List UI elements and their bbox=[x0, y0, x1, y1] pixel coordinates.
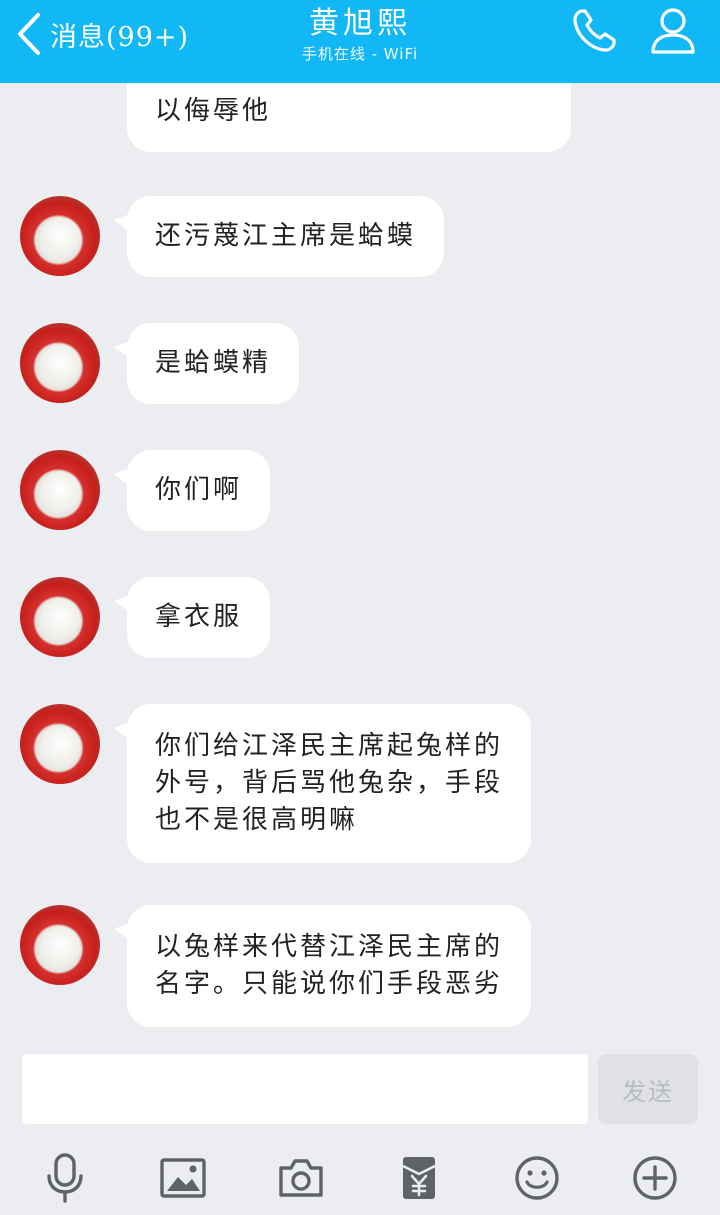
back-button[interactable]: 消息(99+) bbox=[16, 10, 189, 58]
avatar[interactable] bbox=[20, 450, 100, 530]
composer: 发送 bbox=[0, 1040, 720, 1215]
message-bubble[interactable]: 以侮辱他 bbox=[127, 83, 572, 152]
voice-button[interactable] bbox=[37, 1150, 93, 1206]
avatar[interactable] bbox=[20, 196, 100, 276]
avatar[interactable] bbox=[20, 323, 100, 403]
avatar[interactable] bbox=[20, 577, 100, 657]
profile-button[interactable] bbox=[645, 8, 701, 58]
back-label: 消息(99+) bbox=[50, 21, 190, 53]
chat-header: 消息(99+) 黄旭熙 手机在线 - WiFi bbox=[0, 0, 720, 83]
message-list[interactable]: 以侮辱他 还污蔑江主席是蛤蟆 是蛤蟆精 你们啊 拿衣服 你们给江泽民主席起兔样的… bbox=[0, 83, 720, 1033]
microphone-icon bbox=[43, 1152, 87, 1204]
composer-toolbar bbox=[0, 1144, 720, 1208]
camera-icon bbox=[277, 1157, 325, 1199]
emoji-button[interactable] bbox=[509, 1150, 565, 1206]
red-packet-icon bbox=[399, 1154, 439, 1202]
image-icon bbox=[159, 1157, 207, 1199]
online-status: 手机在线 - WiFi bbox=[301, 45, 419, 63]
contact-name: 黄旭熙 bbox=[309, 6, 411, 41]
message-bubble[interactable]: 是蛤蟆精 bbox=[113, 323, 300, 404]
camera-button[interactable] bbox=[273, 1150, 329, 1206]
image-button[interactable] bbox=[155, 1150, 211, 1206]
message-bubble[interactable]: 还污蔑江主席是蛤蟆 bbox=[113, 196, 445, 277]
contact-info[interactable]: 黄旭熙 手机在线 - WiFi bbox=[210, 4, 510, 64]
emoji-icon bbox=[513, 1154, 561, 1202]
message-bubble[interactable]: 以兔样来代替江泽民主席的 名字。只能说你们手段恶劣 bbox=[113, 905, 532, 1027]
message-bubble[interactable]: 你们给江泽民主席起兔样的 外号，背后骂他兔杂，手段 也不是很高明嘛 bbox=[113, 704, 532, 863]
call-button[interactable] bbox=[566, 8, 622, 58]
user-icon bbox=[649, 6, 697, 60]
message-bubble[interactable]: 你们啊 bbox=[113, 450, 271, 531]
avatar[interactable] bbox=[20, 905, 100, 985]
message-input[interactable] bbox=[22, 1054, 588, 1124]
red-packet-button[interactable] bbox=[391, 1150, 447, 1206]
chevron-left-icon bbox=[16, 12, 42, 56]
plus-icon bbox=[631, 1154, 679, 1202]
message-bubble[interactable]: 拿衣服 bbox=[113, 577, 271, 658]
more-button[interactable] bbox=[627, 1150, 683, 1206]
send-button[interactable]: 发送 bbox=[598, 1054, 698, 1124]
phone-icon bbox=[569, 6, 619, 60]
avatar[interactable] bbox=[20, 704, 100, 784]
